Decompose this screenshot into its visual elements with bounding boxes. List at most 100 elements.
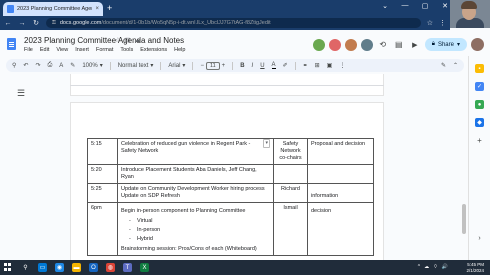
search-icon[interactable]: ⚲ bbox=[21, 263, 30, 272]
scrollbar[interactable] bbox=[462, 74, 466, 260]
search-menus-icon[interactable]: ⚲ bbox=[12, 62, 16, 69]
paint-format-icon[interactable]: ✎ bbox=[70, 62, 75, 69]
browser-menu-icon[interactable]: ⋮ bbox=[439, 19, 446, 27]
collaborator-avatar[interactable] bbox=[344, 38, 357, 51]
table-cell[interactable]: information bbox=[307, 183, 374, 203]
collapse-menus-icon[interactable]: ⌃ bbox=[453, 62, 458, 69]
table-cell[interactable]: Safety Network co-chairs bbox=[273, 138, 308, 165]
comments-icon[interactable]: ▤ bbox=[393, 39, 405, 51]
onedrive-icon[interactable]: ☁ bbox=[424, 264, 429, 270]
zoom-select[interactable]: 100% ▾ bbox=[82, 62, 102, 70]
table-cell[interactable] bbox=[307, 164, 374, 184]
horizontal-ruler[interactable] bbox=[70, 80, 384, 86]
add-on-plus-icon[interactable]: + bbox=[475, 136, 484, 145]
document-title[interactable]: 2023 Planning Committee Agenda and Notes bbox=[24, 36, 184, 45]
table-cell[interactable]: Proposal and decision bbox=[307, 138, 374, 165]
table-cell[interactable]: 5:25 bbox=[87, 183, 118, 203]
print-icon[interactable]: ⎙ bbox=[47, 62, 52, 69]
cell-menu-icon[interactable]: ▾ bbox=[263, 139, 270, 148]
excel-icon[interactable]: X bbox=[140, 263, 149, 272]
tasks-icon[interactable]: ✓ bbox=[475, 82, 484, 91]
new-tab-icon[interactable]: + bbox=[107, 3, 112, 13]
bold-icon[interactable]: B bbox=[240, 63, 244, 69]
tab-close-icon[interactable]: × bbox=[95, 6, 99, 12]
table-cell[interactable]: Richard bbox=[273, 183, 308, 203]
link-icon[interactable]: ⚭ bbox=[303, 62, 308, 69]
keep-icon[interactable]: ▪ bbox=[475, 64, 484, 73]
minimize-icon[interactable]: — bbox=[400, 2, 410, 10]
text-color-icon[interactable]: A bbox=[271, 62, 276, 69]
bookmark-star-icon[interactable]: ☆ bbox=[427, 19, 433, 27]
wifi-icon[interactable]: ⌔ bbox=[433, 264, 438, 270]
table-cell[interactable] bbox=[273, 164, 308, 184]
menu-view[interactable]: View bbox=[56, 47, 68, 53]
insert-image-icon[interactable]: ▣ bbox=[327, 62, 333, 69]
underline-icon[interactable]: U bbox=[260, 63, 264, 69]
menu-help[interactable]: Help bbox=[174, 47, 185, 53]
share-button[interactable]: 🔒︎ Share ▾ bbox=[424, 38, 467, 51]
table-cell[interactable]: Ismail bbox=[273, 202, 308, 256]
edge-icon[interactable]: ◉ bbox=[55, 263, 64, 272]
table-cell[interactable]: 5:20 bbox=[87, 164, 118, 184]
decrease-font-icon[interactable]: − bbox=[200, 63, 204, 69]
table-cell[interactable]: Introduce Placement Students Aba Daniels… bbox=[117, 164, 274, 184]
menu-format[interactable]: Format bbox=[96, 47, 113, 53]
italic-icon[interactable]: I bbox=[252, 63, 254, 69]
windows-start-icon[interactable] bbox=[4, 263, 13, 272]
menu-file[interactable]: File bbox=[24, 47, 33, 53]
collaborator-avatar[interactable] bbox=[360, 38, 373, 51]
show-side-panel-icon[interactable]: › bbox=[475, 234, 484, 243]
table-cell[interactable]: 6pm bbox=[87, 202, 118, 256]
reload-icon[interactable]: ↻ bbox=[32, 19, 40, 27]
table-cell[interactable]: ▾ Celebration of reduced gun violence in … bbox=[117, 138, 274, 165]
collaborator-avatar[interactable] bbox=[312, 38, 325, 51]
browser-tab[interactable]: 2023 Planning Committee Agenda and Notes… bbox=[3, 2, 103, 16]
table-cell[interactable]: Begin in-person component to Planning Co… bbox=[117, 202, 274, 256]
style-select[interactable]: Normal text ▾ bbox=[118, 62, 154, 70]
back-icon[interactable]: ← bbox=[4, 20, 12, 27]
contacts-icon[interactable]: ● bbox=[475, 100, 484, 109]
highlight-icon[interactable]: ✐ bbox=[283, 62, 288, 69]
menu-tools[interactable]: Tools bbox=[120, 47, 133, 53]
font-select[interactable]: Arial ▾ bbox=[168, 62, 185, 70]
chrome-icon[interactable]: ◍ bbox=[106, 263, 115, 272]
maximize-icon[interactable]: ▢ bbox=[420, 2, 430, 10]
font-size-input[interactable]: 11 bbox=[205, 61, 220, 70]
menu-edit[interactable]: Edit bbox=[40, 47, 49, 53]
table-cell[interactable]: Update on Community Development Worker h… bbox=[117, 183, 274, 203]
undo-icon[interactable]: ↶ bbox=[23, 62, 28, 69]
spellcheck-icon[interactable]: A bbox=[59, 63, 63, 69]
document-outline-icon[interactable]: ☰ bbox=[17, 88, 25, 99]
site-info-icon[interactable]: ⚿ bbox=[52, 20, 56, 26]
clock[interactable]: 5:45 PM 2/1/2024 bbox=[466, 262, 484, 273]
menu-insert[interactable]: Insert bbox=[75, 47, 89, 53]
scrollbar-thumb[interactable] bbox=[462, 204, 466, 234]
cloud-status-icon[interactable]: ☁ bbox=[134, 36, 141, 44]
version-history-icon[interactable]: ⟲ bbox=[377, 39, 389, 51]
tab-search-icon[interactable]: ⌄ bbox=[380, 2, 390, 10]
table-cell[interactable]: 5:15 bbox=[87, 138, 118, 165]
url-field[interactable]: ⚿ docs.google.com/document/d/1-0b1b/Wo5q… bbox=[46, 18, 421, 28]
document-page[interactable]: 5:15 ▾ Celebration of reduced gun violenc… bbox=[70, 102, 384, 260]
meet-icon[interactable]: ▶ bbox=[409, 39, 421, 51]
maps-icon[interactable]: ◆ bbox=[475, 118, 484, 127]
increase-font-icon[interactable]: + bbox=[222, 63, 226, 69]
docs-logo-icon[interactable] bbox=[7, 38, 16, 50]
star-icon[interactable]: ☆ bbox=[115, 36, 121, 44]
table-cell[interactable]: decision bbox=[307, 202, 374, 256]
add-comment-icon[interactable]: ⊞ bbox=[315, 62, 320, 69]
move-icon[interactable]: ⊡ bbox=[125, 36, 130, 44]
outlook-icon[interactable]: O bbox=[89, 263, 98, 272]
redo-icon[interactable]: ↷ bbox=[35, 62, 40, 69]
file-explorer-icon[interactable]: ▬ bbox=[72, 263, 81, 272]
task-view-icon[interactable]: ▭ bbox=[38, 263, 47, 272]
teams-icon[interactable]: T bbox=[123, 263, 132, 272]
forward-icon[interactable]: → bbox=[18, 20, 26, 27]
editing-mode-icon[interactable]: ✎ bbox=[441, 62, 446, 69]
collaborator-avatar[interactable] bbox=[328, 38, 341, 51]
more-options-icon[interactable]: ⋮ bbox=[339, 62, 345, 69]
volume-icon[interactable]: 🔊 bbox=[442, 264, 448, 270]
tray-overflow-icon[interactable]: ^ bbox=[418, 264, 420, 270]
menu-extensions[interactable]: Extensions bbox=[140, 47, 167, 53]
account-avatar[interactable] bbox=[471, 38, 484, 51]
